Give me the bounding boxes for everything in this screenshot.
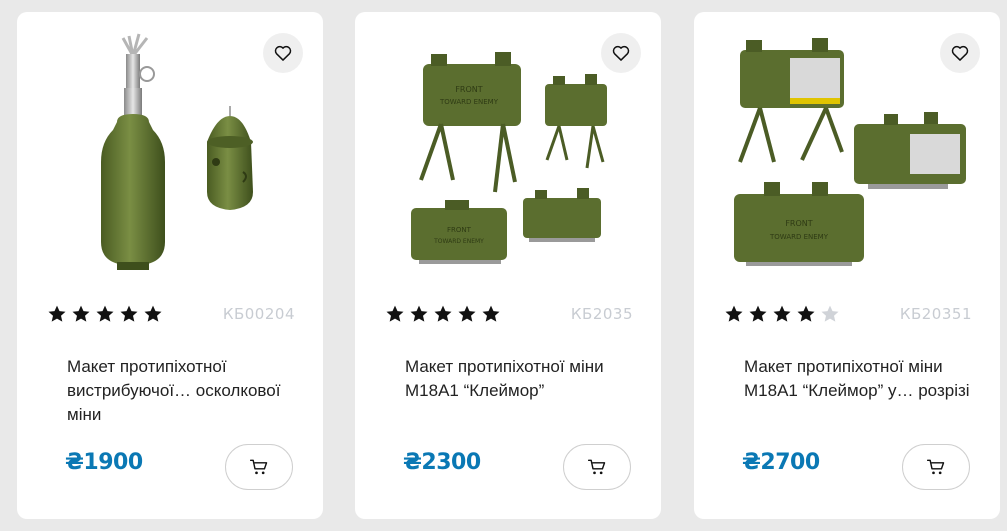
cart-icon — [249, 459, 268, 475]
product-sku: КБ2035 — [570, 305, 633, 323]
product-sku: КБ20351 — [899, 305, 972, 323]
product-title[interactable]: Макет протипіхотної міни М18А1 “Клеймор”… — [744, 355, 974, 403]
add-to-cart-button[interactable] — [225, 444, 293, 490]
front-label: FRONT — [447, 226, 472, 234]
heart-icon — [612, 45, 630, 61]
toward-enemy-label: TOWARD ENEMY — [769, 233, 829, 241]
product-card[interactable]: FRONT TOWARD ENEMY КБ20351 Макет протипі… — [694, 12, 1000, 519]
star-filled-icon — [434, 305, 452, 322]
product-card[interactable]: FRONT TOWARD ENEMY FRONT TOWARD ENEMY КБ… — [355, 12, 661, 519]
add-to-cart-button[interactable] — [902, 444, 970, 490]
toward-enemy-label: TOWARD ENEMY — [439, 98, 499, 106]
star-filled-icon — [797, 305, 815, 322]
cart-icon — [587, 459, 606, 475]
rating-stars — [724, 304, 840, 324]
product-sku: КБ00204 — [222, 305, 295, 323]
star-filled-icon — [72, 305, 90, 322]
product-price: ₴2700 — [742, 450, 820, 475]
front-label: FRONT — [785, 219, 812, 228]
star-empty-icon — [821, 305, 839, 322]
heart-icon — [951, 45, 969, 61]
front-label: FRONT — [455, 85, 482, 94]
product-title[interactable]: Макет протипіхотної вистрибуючої… осколк… — [67, 355, 297, 427]
product-image[interactable] — [17, 12, 323, 282]
star-filled-icon — [458, 305, 476, 322]
toward-enemy-label: TOWARD ENEMY — [433, 238, 484, 245]
cart-icon — [926, 459, 945, 475]
star-filled-icon — [120, 305, 138, 322]
favorite-button[interactable] — [263, 33, 303, 73]
product-card[interactable]: КБ00204 Макет протипіхотної вистрибуючої… — [17, 12, 323, 519]
favorite-button[interactable] — [601, 33, 641, 73]
favorite-button[interactable] — [940, 33, 980, 73]
heart-icon — [274, 45, 292, 61]
star-filled-icon — [96, 305, 114, 322]
product-price: ₴2300 — [403, 450, 481, 475]
rating-stars — [385, 304, 501, 324]
product-price: ₴1900 — [65, 450, 143, 475]
star-filled-icon — [749, 305, 767, 322]
product-image[interactable]: FRONT TOWARD ENEMY FRONT TOWARD ENEMY — [355, 12, 661, 282]
star-filled-icon — [773, 305, 791, 322]
add-to-cart-button[interactable] — [563, 444, 631, 490]
star-filled-icon — [482, 305, 500, 322]
product-title[interactable]: Макет протипіхотної міни М18А1 “Клеймор” — [405, 355, 635, 403]
star-filled-icon — [48, 305, 66, 322]
product-image[interactable]: FRONT TOWARD ENEMY — [694, 12, 1000, 282]
star-filled-icon — [386, 305, 404, 322]
star-filled-icon — [410, 305, 428, 322]
star-filled-icon — [725, 305, 743, 322]
star-filled-icon — [144, 305, 162, 322]
rating-stars — [47, 304, 163, 324]
